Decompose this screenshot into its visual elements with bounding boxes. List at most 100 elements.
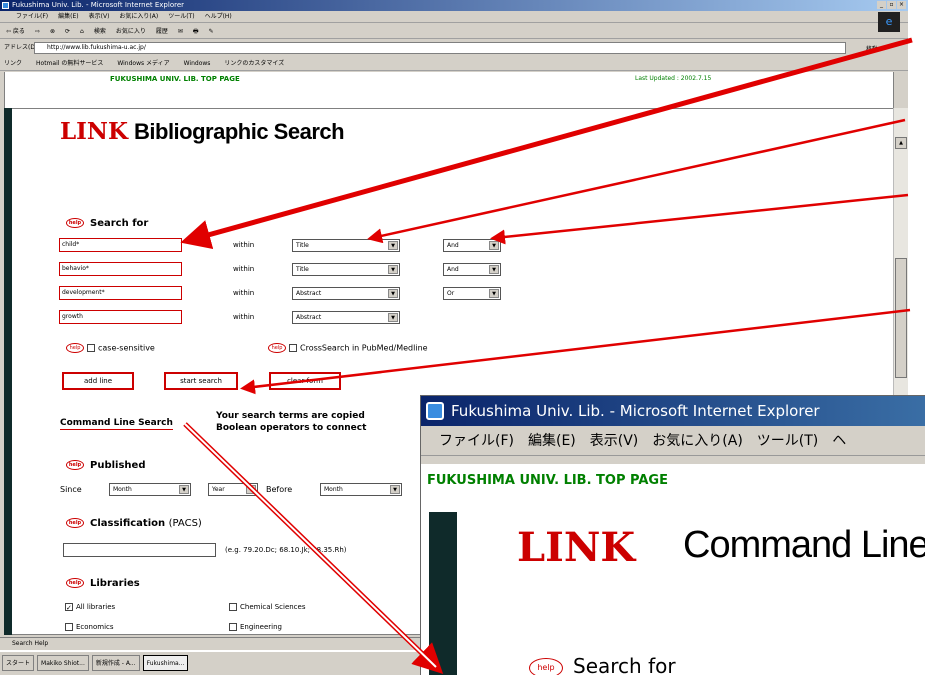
field-select-2[interactable]: Title ▼ xyxy=(292,263,400,276)
zoom-page-content: FUKUSHIMA UNIV. LIB. TOP PAGE LINK Comma… xyxy=(421,464,925,675)
page-title: Bibliographic Search xyxy=(134,119,345,144)
library-option-chemical[interactable]: Chemical Sciences xyxy=(226,603,306,611)
help-icon[interactable]: help xyxy=(66,518,84,528)
back-button[interactable]: ⇦ 戻る xyxy=(6,24,25,38)
standard-toolbar: ⇦ 戻る ⇨ ⊗ ⟳ ⌂ 検索 お気に入り 履歴 ✉ 🖶 ✎ xyxy=(0,24,908,39)
windows-taskbar: スタート Makiko Shiot... 新規作成 - A... Fukushi… xyxy=(0,650,420,675)
start-button[interactable]: スタート xyxy=(2,655,35,671)
before-month-select[interactable]: Month ▼ xyxy=(320,483,402,496)
search-term-input-2[interactable]: behavio* xyxy=(59,262,182,276)
search-term-input-1[interactable]: child* xyxy=(59,238,182,252)
help-icon[interactable]: help xyxy=(529,657,563,675)
home-button[interactable]: ⌂ xyxy=(80,24,84,38)
classification-input[interactable] xyxy=(63,543,216,557)
case-sensitive-checkbox[interactable] xyxy=(87,344,95,352)
libraries-heading: help Libraries xyxy=(66,578,140,589)
field-select-3[interactable]: Abstract ▼ xyxy=(292,287,400,300)
chevron-down-icon: ▼ xyxy=(179,485,189,494)
link-customize[interactable]: リンクのカスタマイズ xyxy=(224,57,284,70)
clear-form-button[interactable]: clear form xyxy=(269,372,341,390)
go-button[interactable]: 移動 xyxy=(866,42,878,58)
taskbar-item-makiko[interactable]: Makiko Shiot... xyxy=(37,655,89,671)
window-titlebar: Fukushima Univ. Lib. - Microsoft Interne… xyxy=(0,0,908,11)
classification-heading: help Classification (PACS) xyxy=(66,518,202,529)
search-term-input-4[interactable]: growth xyxy=(59,310,182,324)
within-label: within xyxy=(233,265,255,273)
menu-file[interactable]: ファイル(F) xyxy=(16,11,48,22)
command-line-search-link[interactable]: Command Line Search xyxy=(60,418,173,430)
zoom-top-page-link[interactable]: FUKUSHIMA UNIV. LIB. TOP PAGE xyxy=(427,473,668,488)
history-button[interactable]: 履歴 xyxy=(156,24,168,38)
zoom-menu-bar: ファイル(F) 編集(E) 表示(V) お気に入り(A) ツール(T) ヘ xyxy=(421,426,925,456)
forward-button[interactable]: ⇨ xyxy=(35,24,40,38)
help-icon[interactable]: help xyxy=(66,460,84,470)
edit-button[interactable]: ✎ xyxy=(209,24,214,38)
zoom-menu-edit[interactable]: 編集(E) xyxy=(528,426,576,455)
chevron-down-icon: ▼ xyxy=(388,241,398,250)
ie-icon xyxy=(2,2,9,9)
crosssearch-checkbox[interactable] xyxy=(289,344,297,352)
operator-select-3[interactable]: Or ▼ xyxy=(443,287,501,300)
operator-select-2[interactable]: And ▼ xyxy=(443,263,501,276)
chevron-down-icon: ▼ xyxy=(246,485,256,494)
stop-button[interactable]: ⊗ xyxy=(50,24,55,38)
menu-view[interactable]: 表示(V) xyxy=(89,11,110,22)
zoom-menu-file[interactable]: ファイル(F) xyxy=(439,426,514,455)
address-label: アドレス(D) xyxy=(4,44,38,51)
since-month-select[interactable]: Month ▼ xyxy=(109,483,191,496)
since-year-select[interactable]: Year ▼ xyxy=(208,483,258,496)
field-select-4[interactable]: Abstract ▼ xyxy=(292,311,400,324)
window-title: Fukushima Univ. Lib. - Microsoft Interne… xyxy=(12,1,185,9)
menu-help[interactable]: ヘルプ(H) xyxy=(205,11,232,22)
refresh-button[interactable]: ⟳ xyxy=(65,24,70,38)
search-term-input-3[interactable]: development* xyxy=(59,286,182,300)
before-label: Before xyxy=(266,485,293,494)
crosssearch-row: help CrossSearch in PubMed/Medline xyxy=(268,343,428,353)
chevron-down-icon: ▼ xyxy=(388,313,398,322)
print-button[interactable]: 🖶 xyxy=(193,24,199,38)
zoom-menu-favorites[interactable]: お気に入り(A) xyxy=(652,426,743,455)
search-for-heading: help Search for xyxy=(66,218,148,229)
scroll-up-icon[interactable]: ▲ xyxy=(895,137,907,149)
taskbar-item-fukushima[interactable]: Fukushima... xyxy=(142,655,189,671)
links-bar: リンク Hotmail の無料サービス Windows メディア Windows… xyxy=(0,57,908,71)
within-label: within xyxy=(233,313,255,321)
library-option-engineering[interactable]: Engineering xyxy=(226,623,282,631)
add-line-button[interactable]: add line xyxy=(62,372,134,390)
library-option-all[interactable]: ✓ All libraries xyxy=(62,603,115,612)
library-option-economics[interactable]: Economics xyxy=(62,623,114,631)
minimize-icon[interactable]: _ xyxy=(877,1,886,9)
link-windows[interactable]: Windows xyxy=(184,57,211,70)
operator-select-1[interactable]: And ▼ xyxy=(443,239,501,252)
close-icon[interactable]: × xyxy=(897,1,906,9)
help-icon[interactable]: help xyxy=(66,218,84,228)
classification-example: (e.g. 79.20.Dc; 68.10.Jk; 68.35.Rh) xyxy=(225,546,347,554)
start-search-button[interactable]: start search xyxy=(164,372,238,390)
last-updated: Last Updated : 2002.7.15 xyxy=(635,75,712,82)
maximize-icon[interactable]: ▫ xyxy=(887,1,896,9)
address-input[interactable]: http://www.lib.fukushima-u.ac.jp/ xyxy=(34,42,846,54)
zoom-menu-view[interactable]: 表示(V) xyxy=(590,426,639,455)
search-button[interactable]: 検索 xyxy=(94,24,106,38)
mail-button[interactable]: ✉ xyxy=(178,24,183,38)
favorites-button[interactable]: お気に入り xyxy=(116,24,146,38)
menu-tools[interactable]: ツール(T) xyxy=(168,11,194,22)
zoom-window-titlebar: Fukushima Univ. Lib. - Microsoft Interne… xyxy=(421,396,925,426)
checkbox-checked-icon: ✓ xyxy=(65,603,73,612)
taskbar-item-new[interactable]: 新規作成 - A... xyxy=(91,655,140,671)
top-page-link[interactable]: FUKUSHIMA UNIV. LIB. TOP PAGE xyxy=(110,75,240,83)
zoom-menu-help[interactable]: ヘ xyxy=(832,426,846,455)
menu-favorites[interactable]: お気に入り(A) xyxy=(119,11,158,22)
help-icon[interactable]: help xyxy=(66,343,84,353)
help-icon[interactable]: help xyxy=(268,343,286,353)
zoom-menu-tools[interactable]: ツール(T) xyxy=(757,426,818,455)
scroll-thumb[interactable] xyxy=(895,258,907,378)
field-select-1[interactable]: Title ▼ xyxy=(292,239,400,252)
chevron-down-icon: ▼ xyxy=(489,241,499,250)
help-icon[interactable]: help xyxy=(66,578,84,588)
menu-edit[interactable]: 編集(E) xyxy=(58,11,78,22)
link-windows-media[interactable]: Windows メディア xyxy=(117,57,169,70)
chevron-down-icon: ▼ xyxy=(390,485,400,494)
page-header-strip: FUKUSHIMA UNIV. LIB. TOP PAGE Last Updat… xyxy=(4,72,894,108)
link-hotmail[interactable]: Hotmail の無料サービス xyxy=(36,57,103,70)
